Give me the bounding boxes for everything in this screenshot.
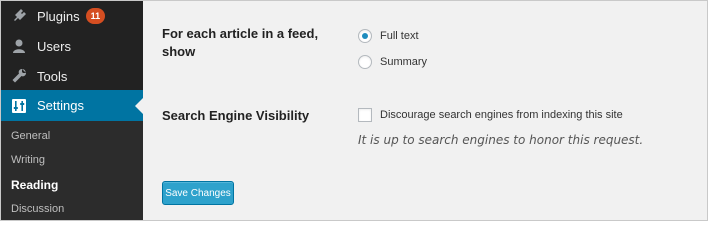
sidebar-item-label: Plugins	[37, 8, 80, 24]
update-count-badge: 11	[85, 8, 106, 24]
feed-option-full-text[interactable]: Full text	[358, 29, 419, 43]
settings-icon	[9, 96, 29, 116]
sidebar-item-label: Users	[37, 38, 71, 54]
search-visibility-label: Search Engine Visibility	[162, 108, 310, 123]
discourage-search-checkbox[interactable]	[358, 108, 372, 122]
full-text-radio[interactable]	[358, 29, 372, 43]
sidebar-item-label: Tools	[37, 68, 68, 84]
submenu-item-reading[interactable]: Reading	[11, 178, 58, 192]
feed-option-summary[interactable]: Summary	[358, 55, 427, 69]
submenu-item-writing[interactable]: Writing	[11, 154, 45, 166]
plug-icon	[9, 6, 29, 26]
submenu-item-general[interactable]: General	[11, 130, 50, 142]
reading-settings-panel: For each article in a feed, show Full te…	[143, 1, 707, 220]
save-changes-button[interactable]: Save Changes	[162, 181, 234, 205]
sidebar-item-plugins[interactable]: Plugins 11	[1, 1, 143, 31]
sidebar-item-settings[interactable]: Settings	[1, 90, 144, 121]
wrench-icon	[9, 66, 29, 86]
users-icon	[9, 36, 29, 56]
radio-selected-dot	[362, 33, 368, 39]
summary-radio[interactable]	[358, 55, 372, 69]
sidebar-item-users[interactable]: Users	[1, 31, 143, 61]
radio-label: Full text	[380, 30, 419, 42]
settings-submenu: General Writing Reading Discussion	[1, 121, 143, 220]
discourage-search-option[interactable]: Discourage search engines from indexing …	[358, 108, 623, 122]
checkbox-label: Discourage search engines from indexing …	[380, 109, 623, 121]
feed-article-label: For each article in a feed, show	[162, 26, 319, 59]
admin-sidebar: Plugins 11 Users Tools Settings General …	[1, 1, 144, 220]
submenu-item-discussion[interactable]: Discussion	[11, 203, 64, 215]
sidebar-item-tools[interactable]: Tools	[1, 61, 143, 91]
radio-label: Summary	[380, 56, 428, 68]
sidebar-item-label: Settings	[37, 98, 84, 113]
wp-admin-frame: Plugins 11 Users Tools Settings General …	[0, 0, 708, 221]
search-engine-note: It is up to search engines to honor this…	[358, 133, 644, 147]
